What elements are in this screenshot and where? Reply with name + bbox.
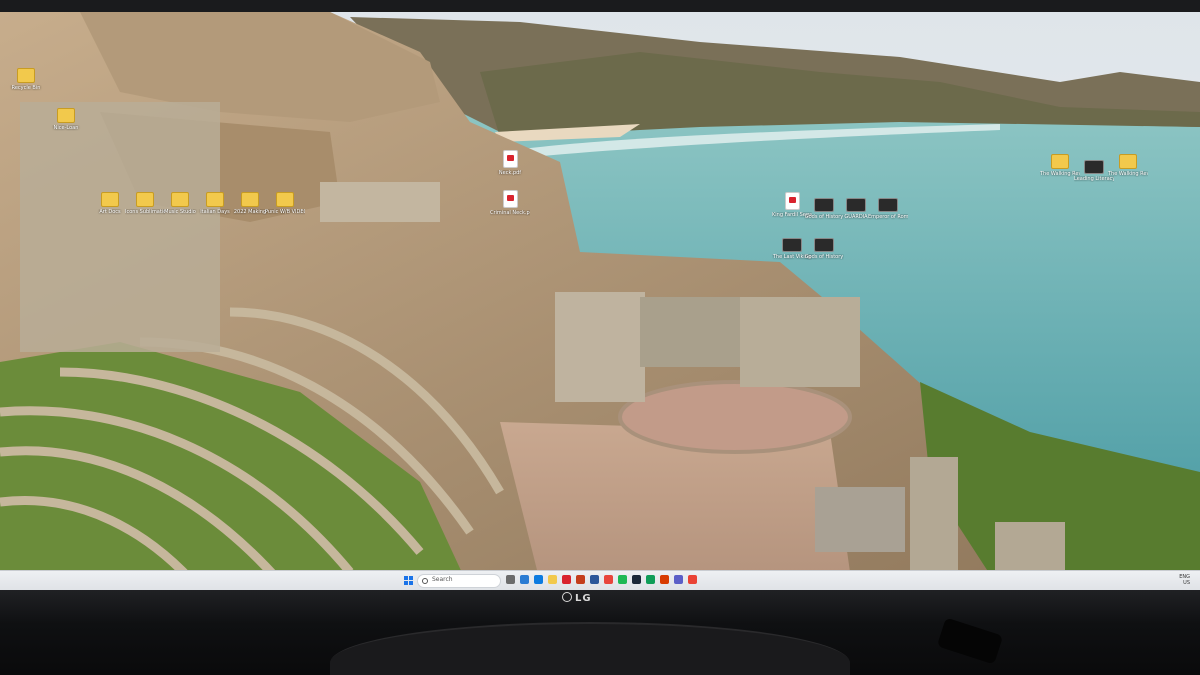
folder-icon [171,192,189,207]
desktop-icon[interactable]: Italian Days [195,192,235,215]
desktop-icon[interactable]: Nice-Loan [46,108,86,131]
desktop-icon[interactable]: The Walking Revolution [1108,154,1148,177]
edge-browser-icon[interactable] [534,575,543,584]
desktop-icon[interactable]: Icons Sublimation [125,192,165,215]
windows-start-icon[interactable] [404,576,413,585]
video-file-icon [846,198,866,212]
teams-icon[interactable] [674,575,683,584]
word-icon[interactable] [590,575,599,584]
folder-icon [276,192,294,207]
desktop-icon[interactable]: Art Docs [90,192,130,215]
pdf-file-icon [502,190,518,208]
desktop-icon[interactable]: Neck.pdf [490,150,530,176]
video-file-icon [878,198,898,212]
search-placeholder: Search [432,576,453,583]
steam-icon[interactable] [632,575,641,584]
file-explorer-icon[interactable] [548,575,557,584]
folder-icon [206,192,224,207]
desktop-icon[interactable]: Emperor of Rome [868,198,908,220]
folder-icon [136,192,154,207]
folder-icon [1051,154,1069,169]
desktop-screen: Recycle Bin Nice-Loan Art Docs Icons Sub… [0,12,1200,590]
monitor-brand-logo: LG [562,592,592,604]
video-file-icon [782,238,802,252]
pdf-file-icon [502,150,518,168]
task-view-icon[interactable] [506,575,515,584]
desktop-icon[interactable]: Recycle Bin [6,68,46,91]
spotify-icon[interactable] [618,575,627,584]
app-icon[interactable] [646,575,655,584]
desktop-icon[interactable]: Music Studio [160,192,200,215]
video-file-icon [814,238,834,252]
lg-logo-icon [562,592,572,602]
desktop-icon[interactable]: 2022 Making [230,192,270,215]
acrobat-icon[interactable] [562,575,571,584]
chat-icon[interactable] [520,575,529,584]
video-file-icon [1084,160,1104,174]
search-icon [422,578,428,584]
app-icon[interactable] [660,575,669,584]
folder-icon [57,108,75,123]
photo-of-monitor: Recycle Bin Nice-Loan Art Docs Icons Sub… [0,0,1200,675]
folder-icon [1119,154,1137,169]
folder-icon [17,68,35,83]
taskbar-pinned-apps [506,575,697,584]
chrome-profile-icon[interactable] [688,575,697,584]
folder-icon [101,192,119,207]
video-file-icon [814,198,834,212]
tray-region: US [1183,580,1190,586]
pdf-file-icon [784,192,800,210]
desktop-icon[interactable]: Punic W/B VIDEOS [265,192,305,215]
folder-icon [241,192,259,207]
wallpaper-minack-theatre [0,12,1200,590]
powerpoint-icon[interactable] [576,575,585,584]
windows-taskbar: Search ENG US [0,570,1200,591]
taskbar-search-box[interactable]: Search [417,574,501,588]
desktop-icon[interactable]: Gods of History [804,238,844,260]
chrome-browser-icon[interactable] [604,575,613,584]
system-tray[interactable]: ENG US [1179,574,1190,586]
desktop-icon[interactable]: Criminal Neck.pdf [490,190,530,216]
